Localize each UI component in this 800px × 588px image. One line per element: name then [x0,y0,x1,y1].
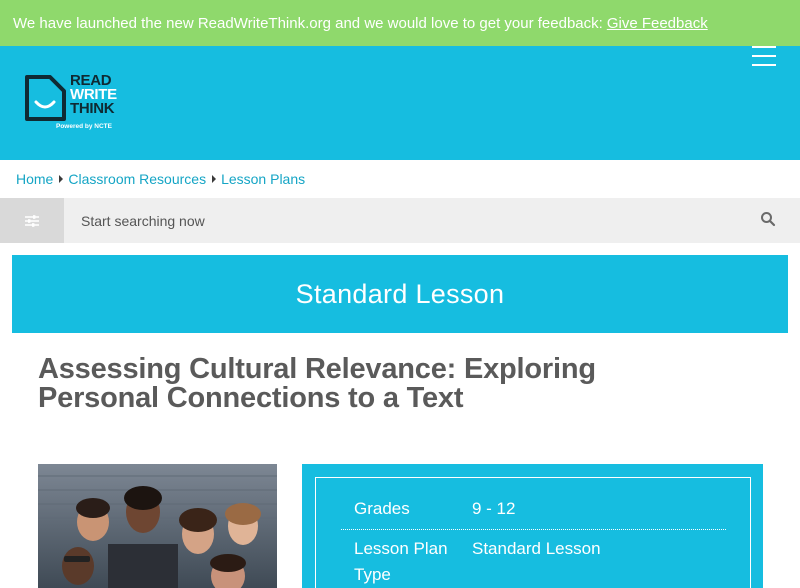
hamburger-menu-icon[interactable] [752,46,778,68]
site-header: READ WRITE THINK Powered by NCTE [0,46,800,160]
breadcrumb-classroom-resources[interactable]: Classroom Resources [68,171,206,187]
logo-tagline: Powered by NCTE [56,123,112,130]
breadcrumb-home[interactable]: Home [16,171,53,187]
give-feedback-link[interactable]: Give Feedback [607,15,708,32]
announcement-text: We have launched the new ReadWriteThink.… [13,14,603,32]
page-title: Assessing Cultural Relevance: Exploring … [38,353,596,414]
lesson-info-panel: Grades 9 - 12 Lesson Plan Type Standard … [302,464,763,588]
lesson-type-banner: Standard Lesson [12,255,788,333]
caret-right-icon [212,175,217,183]
filter-sliders-icon [25,214,39,227]
lesson-plan-type-value: Standard Lesson [472,539,601,558]
grades-value: 9 - 12 [472,499,516,518]
logo-page-icon [25,75,66,121]
search-icon[interactable] [760,211,776,227]
lesson-info-box: Grades 9 - 12 Lesson Plan Type Standard … [315,477,751,588]
logo-wordmark: READ WRITE THINK [70,73,117,117]
filter-button[interactable] [0,198,64,243]
readwritethink-logo[interactable]: READ WRITE THINK Powered by NCTE [24,73,134,136]
announcement-bar: We have launched the new ReadWriteThink.… [0,0,800,46]
breadcrumb-lesson-plans[interactable]: Lesson Plans [221,171,305,187]
info-divider [341,529,726,530]
breadcrumb: Home Classroom Resources Lesson Plans [16,170,305,188]
search-bar [0,198,800,243]
lesson-plan-type-label: Lesson Plan Type [354,539,448,584]
logo-think: THINK [70,100,115,117]
caret-right-icon [59,175,64,183]
grades-label: Grades [354,499,410,518]
lesson-photo [38,464,277,588]
search-input[interactable] [64,198,744,243]
